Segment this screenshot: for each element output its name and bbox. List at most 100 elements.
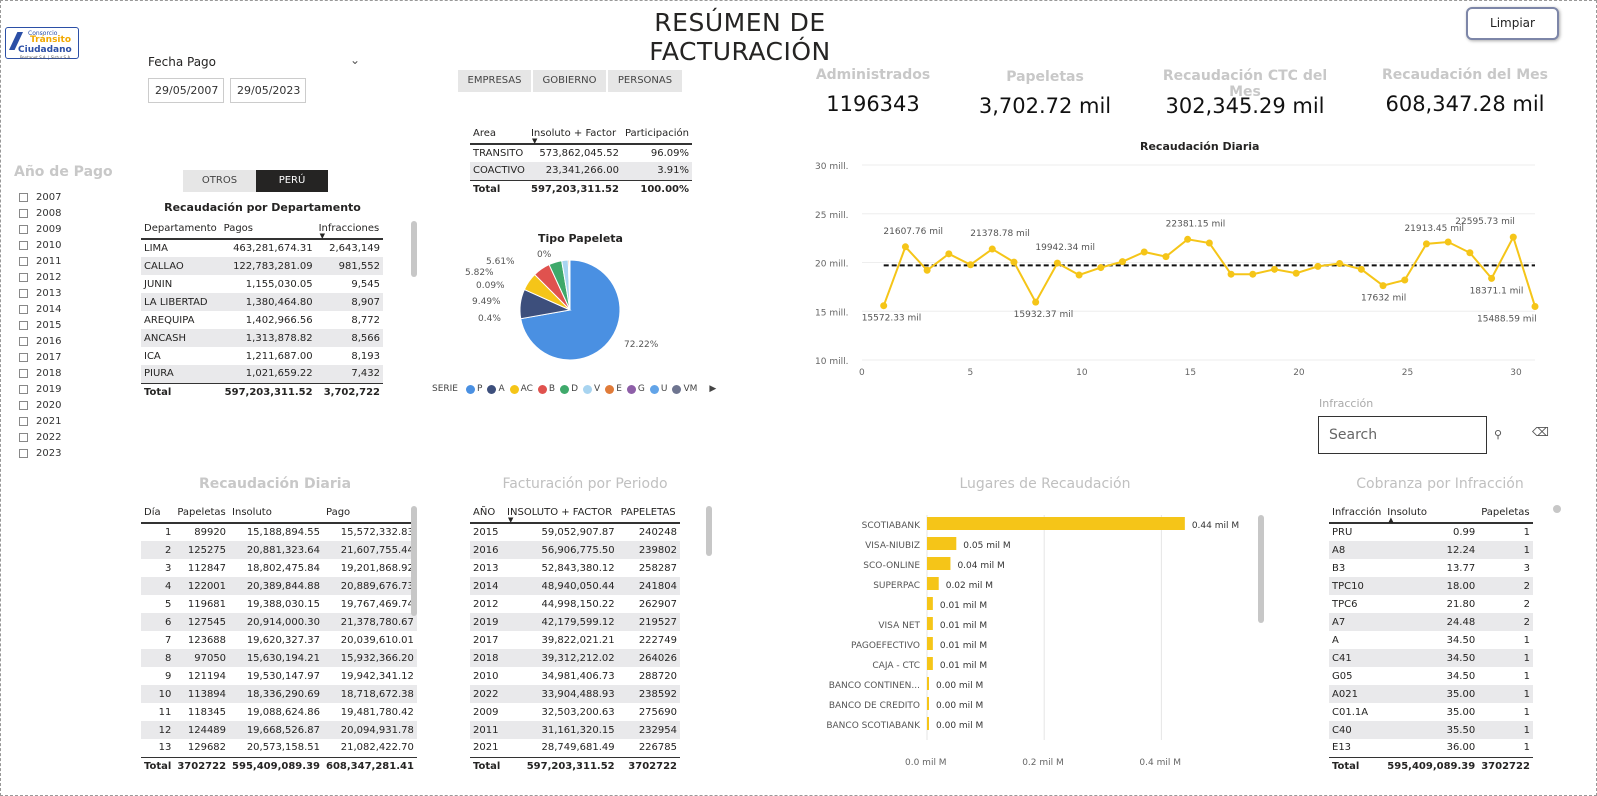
- year-checkbox-item[interactable]: 2023: [19, 445, 61, 461]
- fecha-hasta-input[interactable]: 29/05/2023: [230, 78, 306, 103]
- checkbox[interactable]: [19, 320, 28, 330]
- table-row[interactable]: 11 118345 19,088,624.86 19,481,780.42: [141, 703, 417, 721]
- legend-item[interactable]: P: [477, 384, 482, 394]
- limpiar-button[interactable]: Limpiar: [1466, 7, 1559, 40]
- table-row[interactable]: 8 97050 15,630,194.21 15,932,366.20: [141, 649, 417, 667]
- table-row[interactable]: 2022 33,904,488.93 238592: [470, 685, 680, 703]
- chevron-down-icon[interactable]: ⌄: [350, 53, 360, 67]
- checkbox[interactable]: [19, 416, 28, 426]
- checkbox[interactable]: [19, 368, 28, 378]
- table-row[interactable]: G05 34.50 1: [1329, 667, 1533, 685]
- year-checkbox-item[interactable]: 2022: [19, 429, 61, 445]
- column-header[interactable]: INSOLUTO + FACTOR ▼: [504, 503, 618, 524]
- checkbox[interactable]: [19, 288, 28, 298]
- table-row[interactable]: TPC10 18.00 2: [1329, 577, 1533, 595]
- year-checkbox-item[interactable]: 2010: [19, 237, 61, 253]
- table-row[interactable]: CALLAO 122,783,281.09 981,552: [141, 257, 383, 275]
- table-row[interactable]: ICA 1,211,687.00 8,193: [141, 347, 383, 365]
- table-row[interactable]: C01.1A 35.00 1: [1329, 703, 1533, 721]
- table-row[interactable]: A021 35.00 1: [1329, 685, 1533, 703]
- legend-item[interactable]: E: [616, 384, 622, 394]
- table-row[interactable]: PRU 0.99 1: [1329, 523, 1533, 541]
- column-header[interactable]: Insoluto ▲: [1384, 503, 1479, 524]
- legend-item[interactable]: AC: [521, 384, 533, 394]
- fecha-desde-input[interactable]: 29/05/2007: [148, 78, 224, 103]
- year-checkbox-item[interactable]: 2016: [19, 333, 61, 349]
- legend-item[interactable]: U: [661, 384, 668, 394]
- table-row[interactable]: 2019 42,179,599.12 219527: [470, 613, 680, 631]
- table-row[interactable]: 2016 56,906,775.50 239802: [470, 541, 680, 559]
- table-row[interactable]: 12 124489 19,668,526.87 20,094,931.78: [141, 721, 417, 739]
- table-row[interactable]: 2017 39,822,021.21 222749: [470, 631, 680, 649]
- legend-item[interactable]: VM: [683, 384, 697, 394]
- table-row[interactable]: 13 129682 20,573,158.51 21,082,422.70: [141, 739, 417, 757]
- table-row[interactable]: TPC6 21.80 2: [1329, 595, 1533, 613]
- table-row[interactable]: A 34.50 1: [1329, 631, 1533, 649]
- checkbox[interactable]: [19, 304, 28, 314]
- checkbox[interactable]: [19, 240, 28, 250]
- table-row[interactable]: LIMA 463,281,674.31 2,643,149: [141, 239, 383, 257]
- legend-item[interactable]: B: [549, 384, 555, 394]
- table-row[interactable]: 9 121194 19,530,147.97 19,942,341.12: [141, 667, 417, 685]
- facturacion-periodo-scrollbar[interactable]: [706, 506, 712, 556]
- year-checkbox-item[interactable]: 2008: [19, 205, 61, 221]
- table-row[interactable]: TRANSITO 573,862,045.52 96.09%: [470, 144, 692, 162]
- legend-item[interactable]: D: [571, 384, 578, 394]
- column-header[interactable]: AÑO: [470, 503, 505, 524]
- year-checkbox-item[interactable]: 2007: [19, 189, 61, 205]
- table-row[interactable]: JUNIN 1,155,030.05 9,545: [141, 275, 383, 293]
- table-row[interactable]: 2009 32,503,200.63 275690: [470, 703, 680, 721]
- column-header[interactable]: Participación: [621, 124, 692, 145]
- tab-gobierno[interactable]: GOBIERNO: [533, 70, 606, 92]
- table-row[interactable]: 2014 48,940,050.44 241804: [470, 577, 680, 595]
- table-row[interactable]: LA LIBERTAD 1,380,464.80 8,907: [141, 293, 383, 311]
- table-row[interactable]: 5 119681 19,388,030.15 19,767,469.74: [141, 595, 417, 613]
- table-row[interactable]: ANCASH 1,313,878.82 8,566: [141, 329, 383, 347]
- year-checkbox-item[interactable]: 2021: [19, 413, 61, 429]
- year-checkbox-item[interactable]: 2011: [19, 253, 61, 269]
- cobranza-scroll-dot[interactable]: [1553, 505, 1561, 513]
- column-header[interactable]: Pago: [322, 503, 417, 524]
- table-row[interactable]: 2011 31,161,320.15 232954: [470, 721, 680, 739]
- column-header[interactable]: Papeletas: [174, 503, 230, 524]
- recaudacion-diaria-scrollbar[interactable]: [411, 506, 417, 616]
- table-row[interactable]: 3 112847 18,802,475.84 19,201,868.92: [141, 559, 417, 577]
- table-row[interactable]: C40 35.50 1: [1329, 721, 1533, 739]
- column-header[interactable]: Papeletas: [1478, 503, 1533, 524]
- checkbox[interactable]: [19, 224, 28, 234]
- departamento-scrollbar[interactable]: [411, 221, 417, 277]
- checkbox[interactable]: [19, 448, 28, 458]
- tab-personas[interactable]: PERSONAS: [608, 70, 682, 92]
- column-header[interactable]: Pagos: [220, 219, 316, 240]
- year-checkbox-item[interactable]: 2017: [19, 349, 61, 365]
- year-checkbox-item[interactable]: 2009: [19, 221, 61, 237]
- checkbox[interactable]: [19, 336, 28, 346]
- table-row[interactable]: 6 127545 20,914,000.30 21,378,780.67: [141, 613, 417, 631]
- column-header[interactable]: Infracciones ▼: [315, 219, 383, 240]
- checkbox[interactable]: [19, 352, 28, 362]
- checkbox[interactable]: [19, 272, 28, 282]
- table-row[interactable]: 2012 44,998,150.22 262907: [470, 595, 680, 613]
- legend-next-icon[interactable]: ▶: [709, 384, 716, 394]
- table-row[interactable]: A7 24.48 2: [1329, 613, 1533, 631]
- year-checkbox-item[interactable]: 2018: [19, 365, 61, 381]
- column-header[interactable]: Area: [470, 124, 528, 145]
- column-header[interactable]: Infracción: [1329, 503, 1385, 524]
- year-checkbox-item[interactable]: 2012: [19, 269, 61, 285]
- year-checkbox-item[interactable]: 2013: [19, 285, 61, 301]
- year-checkbox-item[interactable]: 2014: [19, 301, 61, 317]
- infraccion-search-input[interactable]: Search: [1318, 416, 1487, 454]
- checkbox[interactable]: [19, 192, 28, 202]
- column-header[interactable]: Insoluto: [229, 503, 323, 524]
- table-row[interactable]: 7 123688 19,620,327.37 20,039,610.01: [141, 631, 417, 649]
- column-header[interactable]: Insoluto + Factor ▼: [527, 124, 622, 145]
- table-row[interactable]: 1 89920 15,188,894.55 15,572,332.83: [141, 523, 417, 541]
- table-row[interactable]: E13 36.00 1: [1329, 739, 1533, 757]
- checkbox[interactable]: [19, 432, 28, 442]
- table-row[interactable]: 2021 28,749,681.49 226785: [470, 739, 680, 757]
- table-row[interactable]: 4 122001 20,389,844.88 20,889,676.73: [141, 577, 417, 595]
- checkbox[interactable]: [19, 256, 28, 266]
- legend-item[interactable]: G: [638, 384, 645, 394]
- table-row[interactable]: B3 13.77 3: [1329, 559, 1533, 577]
- table-row[interactable]: 2010 34,981,406.73 288720: [470, 667, 680, 685]
